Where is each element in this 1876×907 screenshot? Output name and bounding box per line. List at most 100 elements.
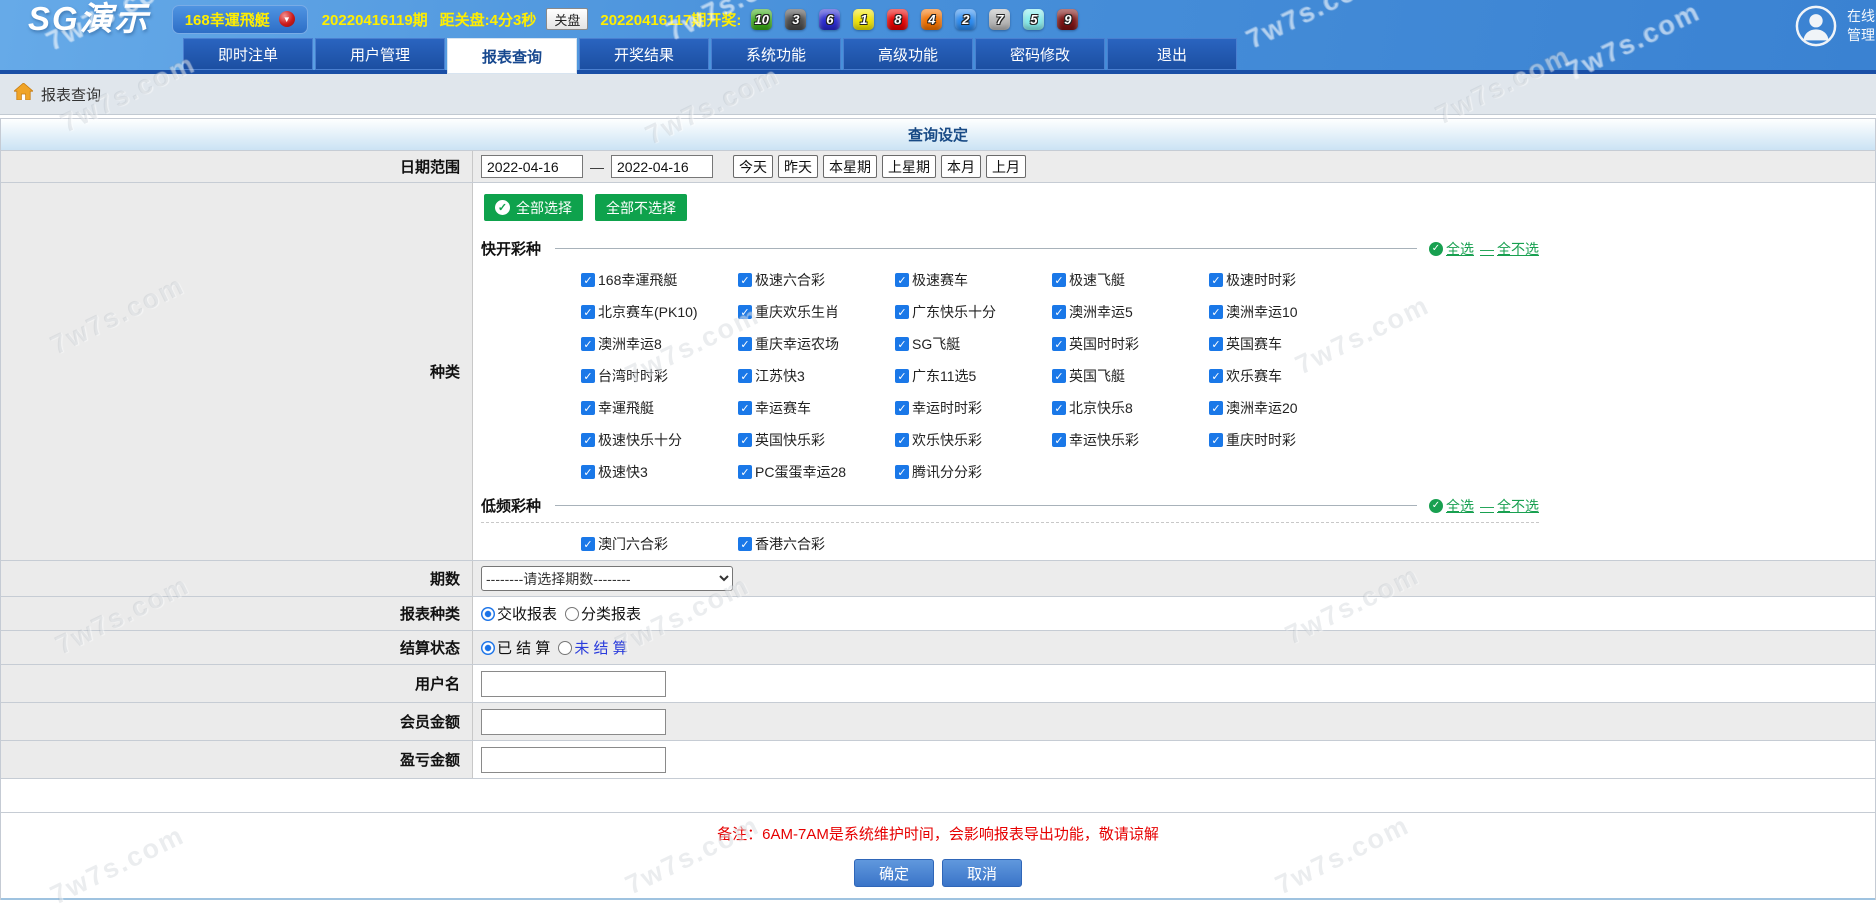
quick-date-button-昨天[interactable]: 昨天 bbox=[778, 155, 818, 178]
checkbox-icon[interactable]: ✓ bbox=[1209, 369, 1223, 383]
lottery-checkbox-item[interactable]: ✓重庆时时彩 bbox=[1209, 424, 1366, 456]
lottery-checkbox-item[interactable]: ✓英国赛车 bbox=[1209, 328, 1366, 360]
lottery-selector-button[interactable]: 168幸運飛艇 ▼ bbox=[172, 5, 308, 34]
settle-status-option[interactable]: 已 结 算 bbox=[481, 637, 550, 658]
lottery-checkbox-item[interactable]: ✓腾讯分分彩 bbox=[895, 456, 1052, 488]
low-select-all-link[interactable]: ✓ 全选 bbox=[1429, 496, 1474, 516]
checkbox-icon[interactable]: ✓ bbox=[738, 433, 752, 447]
checkbox-icon[interactable]: ✓ bbox=[895, 401, 909, 415]
lottery-checkbox-item[interactable]: ✓澳洲幸运10 bbox=[1209, 296, 1366, 328]
checkbox-icon[interactable]: ✓ bbox=[895, 465, 909, 479]
checkbox-icon[interactable]: ✓ bbox=[581, 337, 595, 351]
lottery-checkbox-item[interactable]: ✓澳洲幸运5 bbox=[1052, 296, 1209, 328]
tab-开奖结果[interactable]: 开奖结果 bbox=[579, 38, 709, 70]
checkbox-icon[interactable]: ✓ bbox=[1052, 273, 1066, 287]
checkbox-icon[interactable]: ✓ bbox=[1209, 401, 1223, 415]
profit-amount-input[interactable] bbox=[481, 747, 666, 773]
quick-date-button-上月[interactable]: 上月 bbox=[986, 155, 1026, 178]
lottery-checkbox-item[interactable]: ✓欢乐快乐彩 bbox=[895, 424, 1052, 456]
lottery-checkbox-item[interactable]: ✓幸运快乐彩 bbox=[1052, 424, 1209, 456]
checkbox-icon[interactable]: ✓ bbox=[738, 401, 752, 415]
confirm-button[interactable]: 确定 bbox=[854, 859, 934, 887]
tab-密码修改[interactable]: 密码修改 bbox=[975, 38, 1105, 70]
checkbox-icon[interactable]: ✓ bbox=[1052, 369, 1066, 383]
checkbox-icon[interactable]: ✓ bbox=[738, 305, 752, 319]
lottery-checkbox-item[interactable]: ✓168幸運飛艇 bbox=[581, 264, 738, 296]
lottery-checkbox-item[interactable]: ✓重庆欢乐生肖 bbox=[738, 296, 895, 328]
checkbox-icon[interactable]: ✓ bbox=[581, 401, 595, 415]
checkbox-icon[interactable]: ✓ bbox=[895, 337, 909, 351]
radio-icon[interactable] bbox=[481, 641, 495, 655]
lottery-checkbox-item[interactable]: ✓幸運飛艇 bbox=[581, 392, 738, 424]
lottery-checkbox-item[interactable]: ✓澳洲幸运8 bbox=[581, 328, 738, 360]
home-icon[interactable] bbox=[14, 83, 33, 105]
checkbox-icon[interactable]: ✓ bbox=[1209, 305, 1223, 319]
checkbox-icon[interactable]: ✓ bbox=[1209, 273, 1223, 287]
deselect-all-button[interactable]: 全部不选择 bbox=[595, 194, 687, 221]
select-all-button[interactable]: ✓ 全部选择 bbox=[484, 194, 583, 221]
lottery-checkbox-item[interactable]: ✓SG飞艇 bbox=[895, 328, 1052, 360]
lottery-checkbox-item[interactable]: ✓幸运时时彩 bbox=[895, 392, 1052, 424]
checkbox-icon[interactable]: ✓ bbox=[738, 537, 752, 551]
checkbox-icon[interactable]: ✓ bbox=[895, 433, 909, 447]
checkbox-icon[interactable]: ✓ bbox=[738, 465, 752, 479]
checkbox-icon[interactable]: ✓ bbox=[1209, 433, 1223, 447]
checkbox-icon[interactable]: ✓ bbox=[895, 273, 909, 287]
lottery-checkbox-item[interactable]: ✓极速六合彩 bbox=[738, 264, 895, 296]
lottery-checkbox-item[interactable]: ✓英国飞艇 bbox=[1052, 360, 1209, 392]
lottery-checkbox-item[interactable]: ✓台湾时时彩 bbox=[581, 360, 738, 392]
radio-icon[interactable] bbox=[565, 607, 579, 621]
checkbox-icon[interactable]: ✓ bbox=[738, 273, 752, 287]
quick-date-button-今天[interactable]: 今天 bbox=[733, 155, 773, 178]
checkbox-icon[interactable]: ✓ bbox=[581, 433, 595, 447]
lottery-checkbox-item[interactable]: ✓极速快3 bbox=[581, 456, 738, 488]
lottery-checkbox-item[interactable]: ✓广东快乐十分 bbox=[895, 296, 1052, 328]
checkbox-icon[interactable]: ✓ bbox=[1052, 433, 1066, 447]
checkbox-icon[interactable]: ✓ bbox=[738, 369, 752, 383]
checkbox-icon[interactable]: ✓ bbox=[1052, 337, 1066, 351]
lottery-checkbox-item[interactable]: ✓极速时时彩 bbox=[1209, 264, 1366, 296]
lottery-checkbox-item[interactable]: ✓北京快乐8 bbox=[1052, 392, 1209, 424]
checkbox-icon[interactable]: ✓ bbox=[895, 369, 909, 383]
checkbox-icon[interactable]: ✓ bbox=[581, 273, 595, 287]
lottery-checkbox-item[interactable]: ✓香港六合彩 bbox=[738, 528, 895, 560]
checkbox-icon[interactable]: ✓ bbox=[1052, 401, 1066, 415]
checkbox-icon[interactable]: ✓ bbox=[581, 465, 595, 479]
low-deselect-all-link[interactable]: — 全不选 bbox=[1480, 496, 1539, 516]
tab-高级功能[interactable]: 高级功能 bbox=[843, 38, 973, 70]
member-amount-input[interactable] bbox=[481, 709, 666, 735]
lottery-checkbox-item[interactable]: ✓极速赛车 bbox=[895, 264, 1052, 296]
tab-退出[interactable]: 退出 bbox=[1107, 38, 1237, 70]
checkbox-icon[interactable]: ✓ bbox=[581, 305, 595, 319]
username-input[interactable] bbox=[481, 671, 666, 697]
checkbox-icon[interactable]: ✓ bbox=[581, 537, 595, 551]
report-type-option[interactable]: 交收报表 bbox=[481, 603, 557, 624]
fast-deselect-all-link[interactable]: — 全不选 bbox=[1480, 239, 1539, 259]
lottery-checkbox-item[interactable]: ✓英国快乐彩 bbox=[738, 424, 895, 456]
tab-用户管理[interactable]: 用户管理 bbox=[315, 38, 445, 70]
report-type-option[interactable]: 分类报表 bbox=[565, 603, 641, 624]
date-from-input[interactable] bbox=[481, 155, 583, 178]
quick-date-button-本星期[interactable]: 本星期 bbox=[823, 155, 877, 178]
lottery-checkbox-item[interactable]: ✓欢乐赛车 bbox=[1209, 360, 1366, 392]
lottery-checkbox-item[interactable]: ✓幸运赛车 bbox=[738, 392, 895, 424]
checkbox-icon[interactable]: ✓ bbox=[895, 305, 909, 319]
close-market-button[interactable]: 关盘 bbox=[546, 8, 588, 30]
date-to-input[interactable] bbox=[611, 155, 713, 178]
tab-即时注单[interactable]: 即时注单 bbox=[183, 38, 313, 70]
lottery-checkbox-item[interactable]: ✓澳洲幸运20 bbox=[1209, 392, 1366, 424]
lottery-checkbox-item[interactable]: ✓极速快乐十分 bbox=[581, 424, 738, 456]
radio-icon[interactable] bbox=[558, 641, 572, 655]
tab-报表查询[interactable]: 报表查询 bbox=[447, 38, 577, 74]
settle-status-option[interactable]: 未 结 算 bbox=[558, 637, 627, 658]
checkbox-icon[interactable]: ✓ bbox=[1209, 337, 1223, 351]
lottery-checkbox-item[interactable]: ✓重庆幸运农场 bbox=[738, 328, 895, 360]
dropdown-arrow-icon[interactable]: ▼ bbox=[279, 11, 295, 27]
lottery-checkbox-item[interactable]: ✓广东11选5 bbox=[895, 360, 1052, 392]
tab-系统功能[interactable]: 系统功能 bbox=[711, 38, 841, 70]
quick-date-button-本月[interactable]: 本月 bbox=[941, 155, 981, 178]
lottery-checkbox-item[interactable]: ✓PC蛋蛋幸运28 bbox=[738, 456, 895, 488]
fast-select-all-link[interactable]: ✓ 全选 bbox=[1429, 239, 1474, 259]
checkbox-icon[interactable]: ✓ bbox=[738, 337, 752, 351]
lottery-checkbox-item[interactable]: ✓江苏快3 bbox=[738, 360, 895, 392]
